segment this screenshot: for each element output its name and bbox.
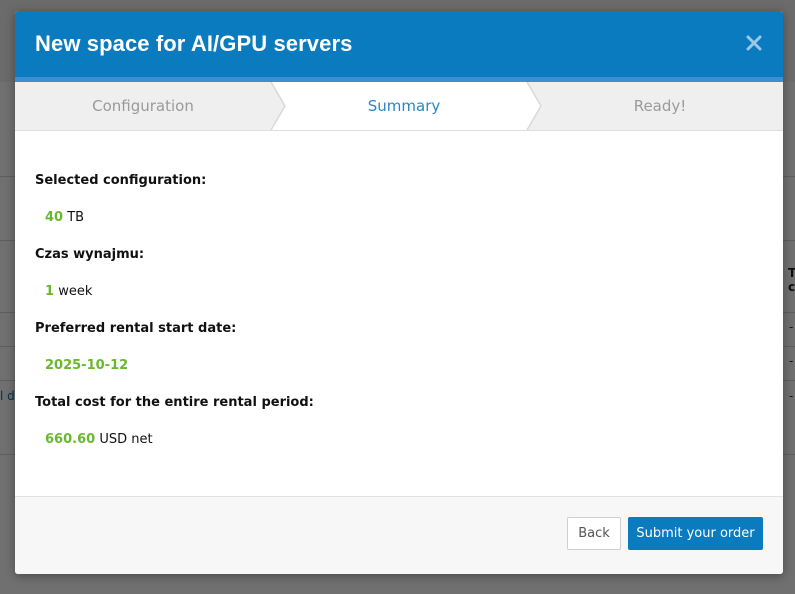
modal-header: New space for AI/GPU servers <box>15 11 783 82</box>
close-icon[interactable] <box>745 34 763 52</box>
rental-time-amount: 1 <box>45 284 55 299</box>
modal-title: New space for AI/GPU servers <box>35 31 353 56</box>
configuration-label: Selected configuration: <box>35 173 207 188</box>
step-summary: Summary <box>367 97 441 115</box>
total-cost-label: Total cost for the entire rental period: <box>35 395 314 410</box>
start-date: 2025-10-12 <box>45 358 129 373</box>
step-ready: Ready! <box>633 97 687 115</box>
total-cost-amount: 660.60 <box>45 432 96 447</box>
total-cost-unit: USD net <box>99 432 153 447</box>
configuration-amount: 40 <box>45 210 64 225</box>
start-date-label: Preferred rental start date: <box>35 321 237 336</box>
modal-footer: Back Submit your order <box>15 496 783 574</box>
configuration-value: 40 TB <box>45 210 84 225</box>
start-date-value: 2025-10-12 <box>45 358 128 373</box>
step-configuration[interactable]: Configuration <box>15 97 271 115</box>
submit-order-button[interactable]: Submit your order <box>628 517 763 550</box>
order-modal: New space for AI/GPU servers Configurati… <box>15 11 783 574</box>
rental-time-unit: week <box>58 284 93 299</box>
total-cost-value: 660.60 USD net <box>45 432 153 447</box>
wizard-steps: Configuration Summary Ready! <box>15 82 783 131</box>
configuration-unit: TB <box>67 210 85 225</box>
back-button[interactable]: Back <box>567 517 621 550</box>
rental-time-value: 1 week <box>45 284 92 299</box>
rental-time-label: Czas wynajmu: <box>35 247 145 262</box>
